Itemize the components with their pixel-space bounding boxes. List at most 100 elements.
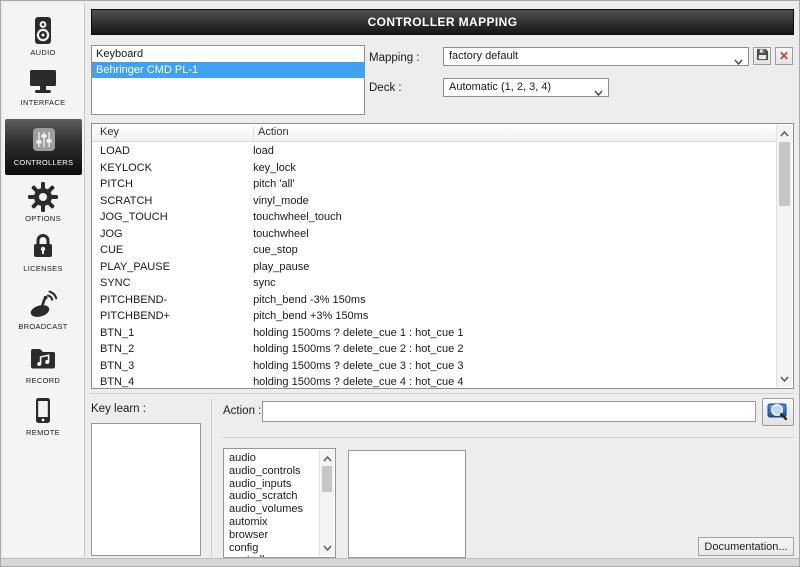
- search-icon: [767, 400, 790, 424]
- category-name: audio_volumes: [229, 503, 303, 516]
- sidebar-item-record[interactable]: RECORD: [3, 343, 83, 385]
- category-item[interactable]: audio_volumes: [224, 503, 320, 516]
- key-cell: PITCHBEND+: [100, 310, 170, 322]
- sidebar-item-label: BROADCAST: [18, 322, 68, 331]
- column-separator: [253, 126, 254, 139]
- sidebar-item-label: REMOTE: [26, 428, 60, 437]
- floppy-icon: [756, 48, 769, 64]
- action-cell: pitch 'all': [253, 178, 295, 190]
- monitor-icon: [27, 65, 59, 97]
- table-row[interactable]: PITCHBEND+ pitch_bend +3% 150ms: [92, 308, 776, 325]
- satellite-icon: [27, 289, 59, 321]
- action-input[interactable]: [262, 401, 756, 422]
- key-cell: SCRATCH: [100, 194, 153, 207]
- category-item[interactable]: config: [224, 542, 320, 555]
- settings-sidebar: AUDIO INTERFACE CONTROLLERS OPTIONS LICE…: [3, 3, 85, 557]
- category-name: audio: [229, 452, 256, 464]
- table-row[interactable]: BTN_2 holding 1500ms ? delete_cue 2 : ho…: [92, 341, 776, 358]
- action-cell: play_pause: [253, 260, 310, 273]
- table-row[interactable]: PLAY_PAUSE play_pause: [92, 259, 776, 276]
- action-cell: pitch_bend -3% 150ms: [253, 293, 366, 306]
- category-name: audio_scratch: [229, 490, 298, 503]
- chevron-down-icon: [594, 85, 603, 102]
- scrollbar-thumb[interactable]: [322, 466, 332, 492]
- search-button[interactable]: [762, 398, 794, 426]
- scroll-down-icon[interactable]: [320, 540, 334, 555]
- key-cell: JOG_TOUCH: [100, 211, 168, 223]
- action-label: Action :: [223, 405, 262, 417]
- mapping-value: factory default: [449, 50, 519, 62]
- deck-select[interactable]: Automatic (1, 2, 3, 4): [443, 78, 609, 97]
- action-cell: holding 1500ms ? delete_cue 1 : hot_cue …: [253, 326, 464, 339]
- key-cell: BTN_3: [100, 359, 135, 372]
- sidebar-item-interface[interactable]: INTERFACE: [3, 65, 83, 107]
- faders-icon: [28, 125, 60, 157]
- scroll-down-icon[interactable]: [777, 371, 792, 386]
- action-cell: holding 1500ms ? delete_cue 4 : hot_cue …: [253, 376, 464, 388]
- table-row[interactable]: PITCH pitch 'all': [92, 176, 776, 193]
- category-name: audio_controls: [229, 464, 301, 477]
- mapping-select[interactable]: factory default: [443, 47, 749, 66]
- table-row[interactable]: BTN_1 holding 1500ms ? delete_cue 1 : ho…: [92, 325, 776, 342]
- action-cell: sync: [253, 277, 276, 289]
- key-cell: LOAD: [100, 145, 130, 157]
- action-cell: vinyl_mode: [253, 194, 309, 207]
- table-row[interactable]: CUE cue_stop: [92, 242, 776, 259]
- category-item[interactable]: audio_controls: [224, 465, 320, 478]
- table-row[interactable]: KEYLOCK key_lock: [92, 160, 776, 177]
- device-list[interactable]: Keyboard Behringer CMD PL-1: [91, 45, 365, 115]
- save-mapping-button[interactable]: [753, 47, 771, 65]
- sidebar-item-licenses[interactable]: LICENSES: [3, 231, 83, 273]
- category-item[interactable]: automix: [224, 516, 320, 529]
- action-variants-listbox[interactable]: [348, 450, 466, 558]
- sidebar-item-remote[interactable]: REMOTE: [3, 395, 83, 437]
- documentation-button[interactable]: Documentation...: [698, 537, 794, 556]
- category-scrollbar[interactable]: [319, 450, 334, 556]
- key-cell: PITCHBEND-: [100, 293, 168, 306]
- table-body: LOAD load KEYLOCK key_lock PITCH pitch '…: [92, 143, 776, 388]
- action-cell: pitch_bend +3% 150ms: [253, 310, 369, 322]
- delete-x-icon: ✕: [778, 49, 790, 63]
- table-row[interactable]: PITCHBEND- pitch_bend -3% 150ms: [92, 292, 776, 309]
- table-scrollbar[interactable]: [776, 125, 792, 387]
- speaker-icon: [27, 15, 59, 47]
- table-row[interactable]: JOG_TOUCH touchwheel_touch: [92, 209, 776, 226]
- table-row[interactable]: BTN_3 holding 1500ms ? delete_cue 3 : ho…: [92, 358, 776, 375]
- category-name: audio_inputs: [229, 477, 292, 490]
- phone-icon: [27, 395, 59, 427]
- table-row[interactable]: LOAD load: [92, 143, 776, 160]
- key-cell: PLAY_PAUSE: [100, 260, 170, 273]
- sidebar-item-audio[interactable]: AUDIO: [3, 15, 83, 57]
- scroll-up-icon[interactable]: [777, 126, 792, 141]
- sidebar-item-label: AUDIO: [30, 48, 56, 57]
- device-list-item[interactable]: Behringer CMD PL-1: [92, 62, 364, 78]
- delete-mapping-button[interactable]: ✕: [775, 47, 793, 65]
- table-row[interactable]: BTN_4 holding 1500ms ? delete_cue 4 : ho…: [92, 374, 776, 388]
- device-list-item[interactable]: Keyboard: [92, 46, 364, 62]
- gear-icon: [27, 181, 59, 213]
- sidebar-item-controllers[interactable]: CONTROLLERS: [5, 119, 82, 175]
- action-cell: touchwheel_touch: [253, 211, 342, 223]
- category-item[interactable]: controller: [224, 554, 320, 557]
- key-cell: PITCH: [100, 178, 133, 190]
- column-header-key: Key: [100, 126, 119, 138]
- sidebar-item-broadcast[interactable]: BROADCAST: [3, 289, 83, 331]
- scrollbar-thumb[interactable]: [779, 142, 790, 206]
- sidebar-item-label: OPTIONS: [25, 214, 61, 223]
- page-title: CONTROLLER MAPPING: [367, 15, 518, 29]
- category-listbox[interactable]: audio audio_controls audio_inputs audio_…: [223, 448, 336, 558]
- table-row[interactable]: SCRATCH vinyl_mode: [92, 193, 776, 210]
- key-learn-listbox[interactable]: [91, 423, 201, 556]
- action-cell: holding 1500ms ? delete_cue 2 : hot_cue …: [253, 343, 464, 355]
- key-learn-label: Key learn :: [91, 403, 146, 415]
- key-cell: BTN_1: [100, 326, 135, 339]
- table-row[interactable]: JOG touchwheel: [92, 226, 776, 243]
- table-row[interactable]: SYNC sync: [92, 275, 776, 292]
- category-item[interactable]: audio: [224, 452, 320, 465]
- category-item[interactable]: audio_scratch: [224, 490, 320, 503]
- category-item[interactable]: audio_inputs: [224, 478, 320, 491]
- category-item[interactable]: browser: [224, 529, 320, 542]
- sidebar-item-options[interactable]: OPTIONS: [3, 181, 83, 223]
- action-divider: [223, 437, 794, 438]
- scroll-up-icon[interactable]: [320, 451, 334, 466]
